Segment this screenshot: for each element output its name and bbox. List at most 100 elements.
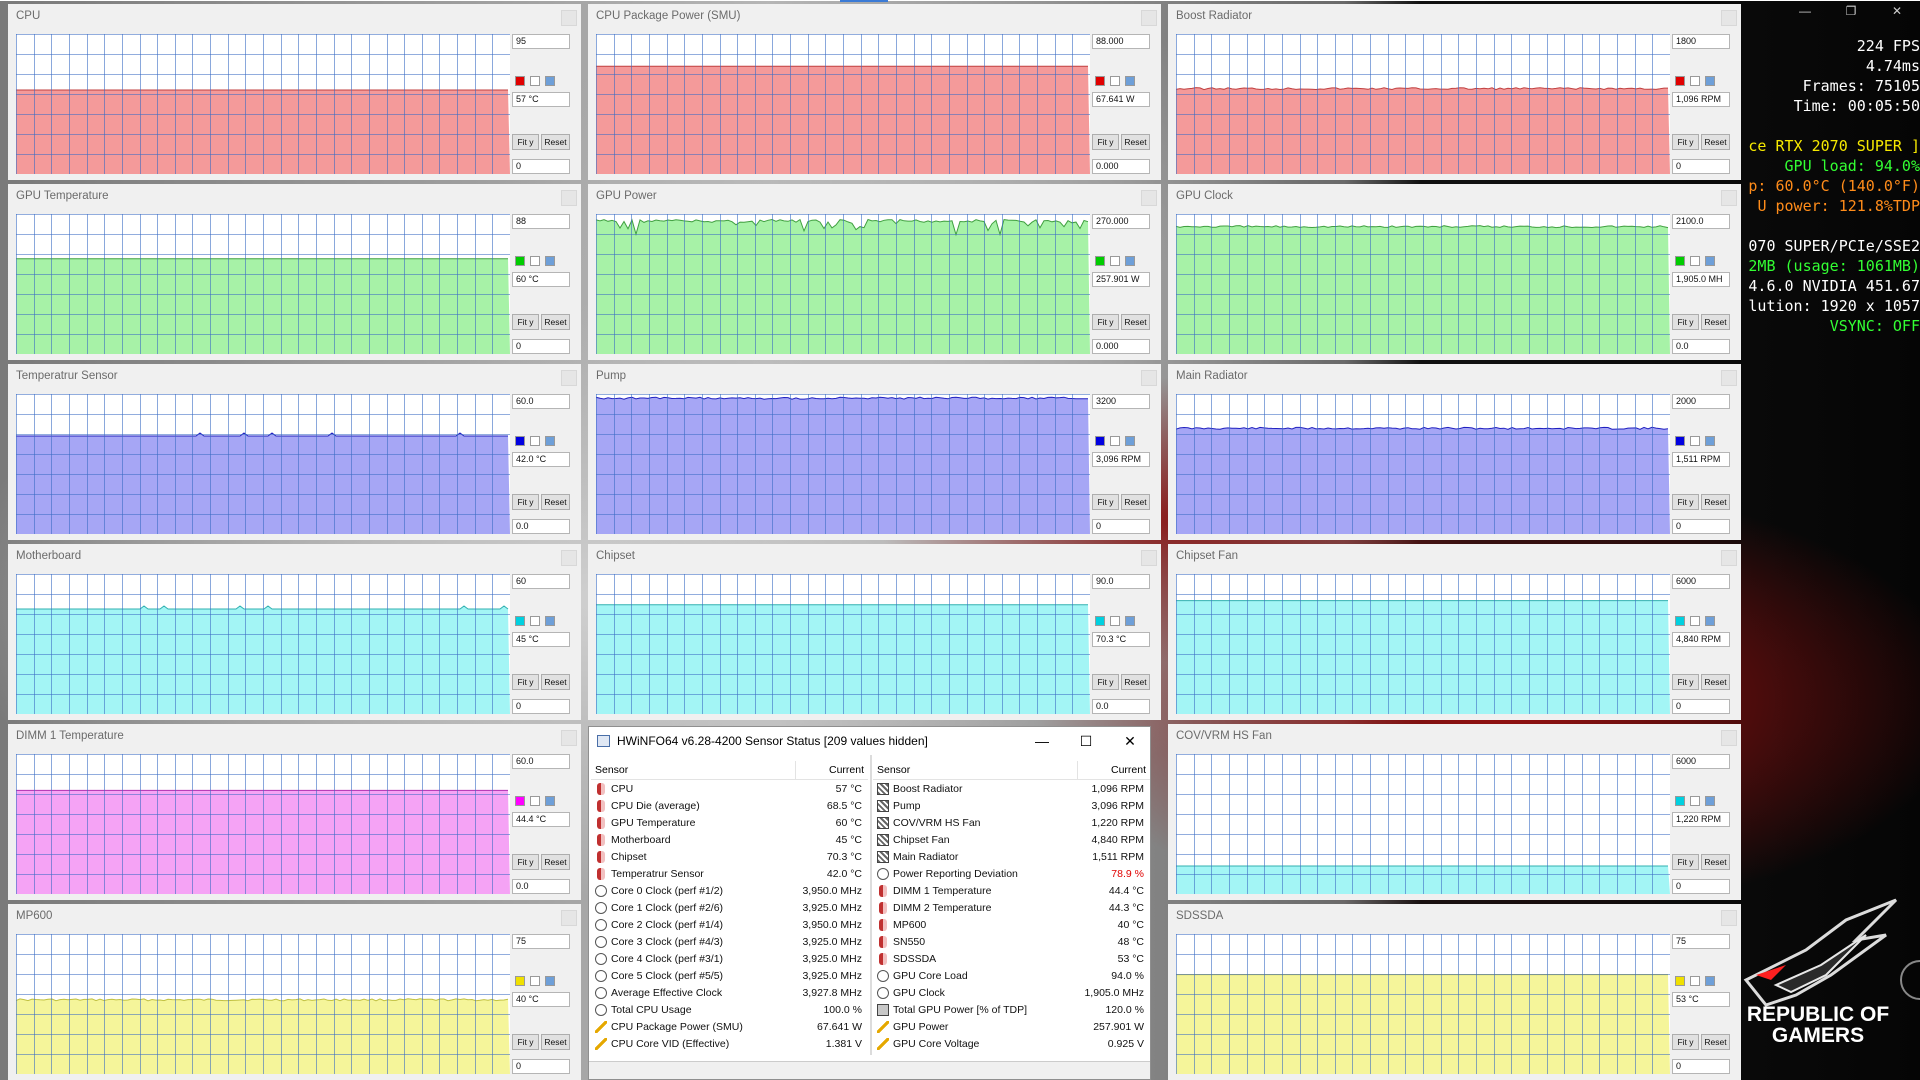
table-row[interactable]: GPU Clock 1,905.0 MHz [873, 984, 1150, 1001]
reset-button[interactable]: Reset [541, 314, 570, 330]
panel-close-icon[interactable] [1141, 550, 1157, 566]
panel-close-icon[interactable] [1141, 10, 1157, 26]
background-color-swatch[interactable] [1110, 436, 1120, 446]
reset-button[interactable]: Reset [1701, 134, 1730, 150]
series-color-swatch[interactable] [1675, 616, 1685, 626]
fit-y-button[interactable]: Fit y [512, 494, 539, 510]
grid-color-swatch[interactable] [1705, 976, 1715, 986]
maximize-icon[interactable]: ☐ [1071, 731, 1101, 751]
reset-button[interactable]: Reset [1701, 1034, 1730, 1050]
grid-color-swatch[interactable] [1705, 76, 1715, 86]
series-color-swatch[interactable] [515, 436, 525, 446]
background-color-swatch[interactable] [530, 796, 540, 806]
background-color-swatch[interactable] [1690, 616, 1700, 626]
series-color-swatch[interactable] [1095, 436, 1105, 446]
grid-color-swatch[interactable] [545, 256, 555, 266]
graph-max-field[interactable]: 6000 [1672, 754, 1730, 769]
table-row[interactable]: Chipset 70.3 °C [591, 848, 868, 865]
series-color-swatch[interactable] [1675, 976, 1685, 986]
fit-y-button[interactable]: Fit y [512, 134, 539, 150]
fit-y-button[interactable]: Fit y [1672, 134, 1699, 150]
close-icon[interactable]: ✕ [1115, 731, 1145, 751]
background-color-swatch[interactable] [1110, 616, 1120, 626]
fit-y-button[interactable]: Fit y [1672, 674, 1699, 690]
grid-color-swatch[interactable] [545, 436, 555, 446]
grid-color-swatch[interactable] [1705, 436, 1715, 446]
table-row[interactable]: MP600 40 °C [873, 916, 1150, 933]
grid-color-swatch[interactable] [545, 616, 555, 626]
panel-close-icon[interactable] [561, 10, 577, 26]
fit-y-button[interactable]: Fit y [512, 1034, 539, 1050]
table-row[interactable]: Motherboard 45 °C [591, 831, 868, 848]
graph-min-field[interactable]: 0 [1672, 699, 1730, 714]
grid-color-swatch[interactable] [545, 796, 555, 806]
table-row[interactable]: Total GPU Power [% of TDP] 120.0 % [873, 1001, 1150, 1018]
graph-max-field[interactable]: 270.000 [1092, 214, 1150, 229]
table-row[interactable]: Average Effective Clock 3,927.8 MHz [591, 984, 868, 1001]
background-color-swatch[interactable] [1110, 256, 1120, 266]
graph-min-field[interactable]: 0.0 [512, 519, 570, 534]
grid-color-swatch[interactable] [1125, 256, 1135, 266]
fit-y-button[interactable]: Fit y [1092, 314, 1119, 330]
reset-button[interactable]: Reset [1121, 314, 1150, 330]
series-color-swatch[interactable] [515, 976, 525, 986]
table-row[interactable]: Boost Radiator 1,096 RPM [873, 780, 1150, 797]
reset-button[interactable]: Reset [1701, 674, 1730, 690]
grid-color-swatch[interactable] [1125, 616, 1135, 626]
panel-close-icon[interactable] [1141, 370, 1157, 386]
table-row[interactable]: Core 3 Clock (perf #4/3) 3,925.0 MHz [591, 933, 868, 950]
background-color-swatch[interactable] [1690, 796, 1700, 806]
table-row[interactable]: Power Reporting Deviation 78.9 % [873, 865, 1150, 882]
graph-max-field[interactable]: 90.0 [1092, 574, 1150, 589]
table-row[interactable]: CPU Core VID (Effective) 1.381 V [591, 1035, 868, 1052]
graph-max-field[interactable]: 1800 [1672, 34, 1730, 49]
graph-max-field[interactable]: 3200 [1092, 394, 1150, 409]
minimize-icon[interactable]: — [1027, 731, 1057, 751]
graph-min-field[interactable]: 0.000 [1092, 159, 1150, 174]
series-color-swatch[interactable] [1675, 256, 1685, 266]
panel-close-icon[interactable] [561, 730, 577, 746]
panel-close-icon[interactable] [1721, 190, 1737, 206]
graph-max-field[interactable]: 2000 [1672, 394, 1730, 409]
panel-close-icon[interactable] [561, 190, 577, 206]
reset-button[interactable]: Reset [1121, 134, 1150, 150]
fit-y-button[interactable]: Fit y [512, 314, 539, 330]
reset-button[interactable]: Reset [541, 854, 570, 870]
graph-max-field[interactable]: 60.0 [512, 754, 570, 769]
table-row[interactable]: Temperatrur Sensor 42.0 °C [591, 865, 868, 882]
graph-min-field[interactable]: 0.0 [1092, 699, 1150, 714]
series-color-swatch[interactable] [515, 616, 525, 626]
background-color-swatch[interactable] [530, 76, 540, 86]
background-color-swatch[interactable] [530, 616, 540, 626]
series-color-swatch[interactable] [515, 796, 525, 806]
graph-max-field[interactable]: 75 [1672, 934, 1730, 949]
background-color-swatch[interactable] [1690, 256, 1700, 266]
grid-color-swatch[interactable] [1705, 256, 1715, 266]
panel-close-icon[interactable] [1721, 910, 1737, 926]
fit-y-button[interactable]: Fit y [1092, 494, 1119, 510]
grid-color-swatch[interactable] [545, 976, 555, 986]
table-row[interactable]: COV/VRM HS Fan 1,220 RPM [873, 814, 1150, 831]
close-icon[interactable]: ✕ [1874, 0, 1920, 22]
fit-y-button[interactable]: Fit y [1672, 854, 1699, 870]
background-color-swatch[interactable] [530, 976, 540, 986]
table-row[interactable]: DIMM 1 Temperature 44.4 °C [873, 882, 1150, 899]
panel-close-icon[interactable] [561, 910, 577, 926]
graph-min-field[interactable]: 0 [1672, 1059, 1730, 1074]
table-row[interactable]: SDSSDA 53 °C [873, 950, 1150, 967]
fit-y-button[interactable]: Fit y [1092, 674, 1119, 690]
graph-min-field[interactable]: 0.0 [1672, 339, 1730, 354]
graph-min-field[interactable]: 0.0 [512, 879, 570, 894]
graph-min-field[interactable]: 0 [1672, 519, 1730, 534]
fit-y-button[interactable]: Fit y [1092, 134, 1119, 150]
grid-color-swatch[interactable] [1125, 436, 1135, 446]
graph-max-field[interactable]: 60 [512, 574, 570, 589]
fit-y-button[interactable]: Fit y [512, 854, 539, 870]
graph-max-field[interactable]: 2100.0 [1672, 214, 1730, 229]
panel-close-icon[interactable] [561, 370, 577, 386]
reset-button[interactable]: Reset [541, 494, 570, 510]
table-row[interactable]: GPU Core Load 94.0 % [873, 967, 1150, 984]
table-row[interactable]: CPU 57 °C [591, 780, 868, 797]
graph-max-field[interactable]: 88.000 [1092, 34, 1150, 49]
series-color-swatch[interactable] [515, 256, 525, 266]
